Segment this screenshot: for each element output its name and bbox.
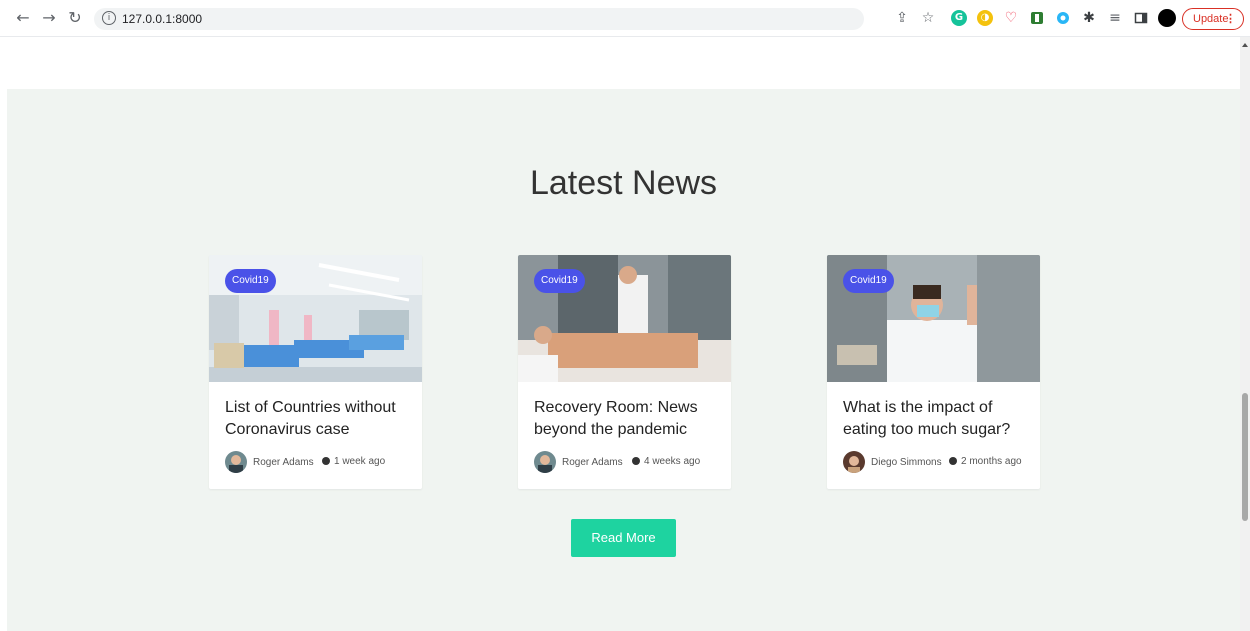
news-card[interactable]: Covid19 List of Countries without Corona…	[209, 255, 422, 489]
post-time: 2 months ago	[949, 456, 1022, 467]
news-card[interactable]: Covid19 Recovery Room: News beyond the p…	[518, 255, 731, 489]
side-panel-icon[interactable]	[1133, 10, 1149, 26]
category-badge[interactable]: Covid19	[534, 269, 585, 293]
card-title[interactable]: Recovery Room: News beyond the pandemic	[534, 397, 719, 441]
category-badge[interactable]: Covid19	[225, 269, 276, 293]
author-name[interactable]: Roger Adams	[253, 457, 314, 468]
extension-grammarly-icon[interactable]: G	[951, 10, 967, 26]
time-text: 1 week ago	[334, 456, 386, 467]
page-scrollbar[interactable]	[1240, 37, 1250, 631]
card-title[interactable]: List of Countries without Coronavirus ca…	[225, 397, 410, 441]
time-text: 4 weeks ago	[644, 456, 701, 467]
news-card[interactable]: Covid19 What is the impact of eating too…	[827, 255, 1040, 489]
author-name[interactable]: Diego Simmons	[871, 457, 942, 468]
share-icon[interactable]: ⇪	[894, 10, 910, 26]
scrollbar-thumb[interactable]	[1242, 393, 1248, 521]
browser-toolbar: ← → ↻ i 127.0.0.1:8000 ⇪ ☆ G ◑ ♡ ✱ ≡ Upd…	[0, 0, 1250, 37]
reload-icon[interactable]: ↻	[66, 9, 84, 27]
author-avatar	[843, 451, 865, 473]
card-meta: Roger Adams 1 week ago	[225, 451, 415, 475]
scroll-up-icon[interactable]	[1242, 43, 1248, 47]
clock-icon	[949, 457, 957, 465]
pocket-icon[interactable]: ♡	[1003, 10, 1019, 26]
extension-blue-icon[interactable]	[1055, 10, 1071, 26]
profile-avatar[interactable]	[1158, 9, 1176, 27]
latest-news-section: Latest News Covid19 List of Countries wi…	[7, 89, 1240, 631]
author-name[interactable]: Roger Adams	[562, 457, 623, 468]
author-avatar	[225, 451, 247, 473]
read-more-button[interactable]: Read More	[571, 519, 676, 557]
card-meta: Diego Simmons 2 months ago	[843, 451, 1033, 475]
hospital-ward-photo[interactable]: Covid19	[209, 255, 422, 382]
reading-list-icon[interactable]: ≡	[1107, 10, 1123, 26]
update-button[interactable]: Update ⋮	[1182, 8, 1244, 30]
post-time: 1 week ago	[322, 456, 385, 467]
post-time: 4 weeks ago	[632, 456, 700, 467]
url-text: 127.0.0.1:8000	[122, 12, 203, 26]
bookmark-star-icon[interactable]: ☆	[920, 10, 936, 26]
extensions-puzzle-icon[interactable]: ✱	[1081, 10, 1097, 26]
back-icon[interactable]: ←	[14, 9, 32, 27]
masked-doctor-photo[interactable]: Covid19	[827, 255, 1040, 382]
update-label: Update	[1193, 13, 1229, 25]
time-text: 2 months ago	[961, 456, 1022, 467]
category-badge[interactable]: Covid19	[843, 269, 894, 293]
clock-icon	[322, 457, 330, 465]
extension-green-icon[interactable]	[1029, 10, 1045, 26]
extension-yellow-icon[interactable]: ◑	[977, 10, 993, 26]
doctor-patient-photo[interactable]: Covid19	[518, 255, 731, 382]
address-bar[interactable]: i 127.0.0.1:8000	[94, 8, 864, 30]
forward-icon[interactable]: →	[40, 9, 58, 27]
page-top-spacer	[0, 37, 1240, 89]
card-title[interactable]: What is the impact of eating too much su…	[843, 397, 1028, 441]
site-info-icon[interactable]: i	[102, 11, 116, 25]
clock-icon	[632, 457, 640, 465]
author-avatar	[534, 451, 556, 473]
section-title: Latest News	[529, 164, 718, 202]
card-meta: Roger Adams 4 weeks ago	[534, 451, 724, 475]
menu-dots-icon[interactable]: ⋮	[1225, 9, 1236, 29]
